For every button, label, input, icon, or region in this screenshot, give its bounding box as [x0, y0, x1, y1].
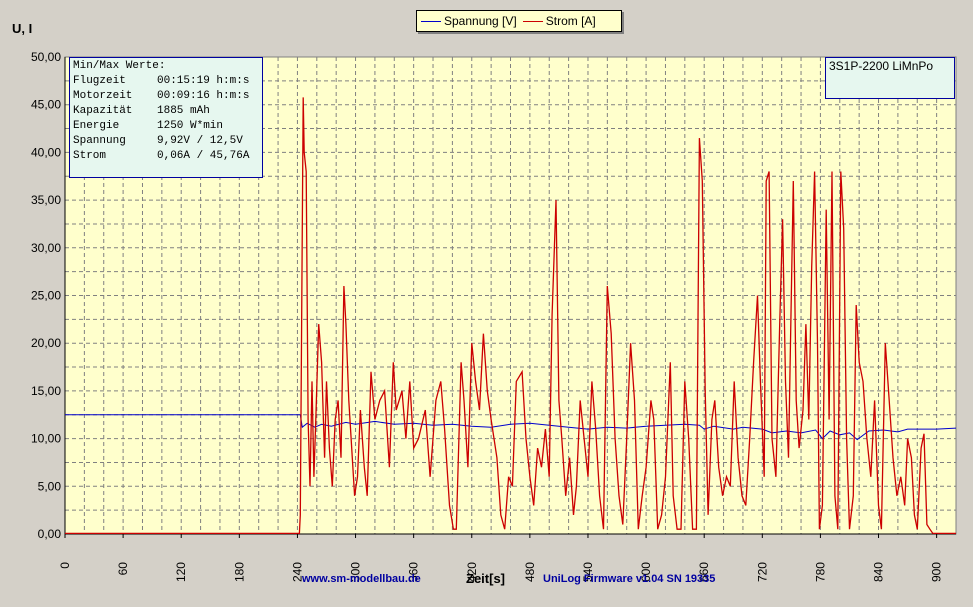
x-tick-label: 180	[232, 562, 246, 582]
info-row: Motorzeit 00:09:16 h:m:s	[73, 89, 259, 104]
chart-window: 0,00 5,00 10,00 15,00 20,00 25,00 30,00 35,00 40…	[0, 0, 973, 607]
info-row: Kapazität 1885 mAh	[73, 104, 259, 119]
info-key: Kapazität	[73, 105, 133, 117]
y-tick-label: 50,00	[31, 50, 61, 64]
y-tick-label: 0,00	[38, 527, 62, 541]
y-tick-label: 45,00	[31, 98, 61, 112]
info-row: Energie 1250 W*min	[73, 119, 259, 134]
info-key: Strom	[73, 150, 107, 162]
y-tick-label: 20,00	[31, 336, 61, 350]
y-tick-label: 10,00	[31, 432, 61, 446]
x-tick-label: 120	[174, 562, 188, 582]
x-axis-label: Zeit[s]	[466, 571, 505, 586]
legend-item-spannung: Spannung [V]	[421, 14, 517, 28]
y-tick-label: 30,00	[31, 241, 61, 255]
x-tick-label: 780	[813, 562, 827, 582]
y-tick-label: 25,00	[31, 289, 61, 303]
x-tick-label: 0	[58, 562, 72, 569]
x-tick-label: 720	[755, 562, 769, 582]
info-value: 0,06A / 45,76A	[157, 150, 250, 162]
y-tick-label: 5,00	[38, 479, 62, 493]
legend-label-spannung: Spannung [V]	[444, 14, 517, 28]
y-axis-label: U, I	[12, 21, 33, 36]
legend-label-strom: Strom [A]	[545, 14, 596, 28]
info-value: 00:15:19 h:m:s	[157, 75, 250, 87]
y-tick-label: 35,00	[31, 193, 61, 207]
x-tick-label: 60	[116, 562, 130, 576]
x-tick-label: 840	[872, 562, 886, 582]
info-value: 1885 mAh	[157, 105, 210, 117]
footer-website: www.sm-modellbau.de	[302, 573, 421, 585]
info-key: Energie	[73, 120, 120, 132]
footer-firmware: UniLog Firmware v1.04 SN 19335	[543, 573, 716, 585]
y-tick-label: 15,00	[31, 384, 61, 398]
x-tick-label: 480	[523, 562, 537, 582]
info-value: 1250 W*min	[157, 120, 224, 132]
info-row: Flugzeit 00:15:19 h:m:s	[73, 74, 259, 89]
info-row: Spannung 9,92V / 12,5V	[73, 134, 259, 149]
info-key: Spannung	[73, 135, 126, 147]
info-key: Flugzeit	[73, 75, 126, 87]
info-value: 9,92V / 12,5V	[157, 135, 243, 147]
info-value: 00:09:16 h:m:s	[157, 90, 250, 102]
legend-item-strom: Strom [A]	[522, 14, 596, 28]
minmax-info-box: Min/Max Werte: Flugzeit 00:15:19 h:m:s Mo…	[69, 57, 263, 178]
pack-name-box: 3S1P-2200 LiMnPo	[825, 57, 955, 99]
info-title: Min/Max Werte:	[73, 60, 166, 72]
info-key: Motorzeit	[73, 90, 133, 102]
y-axis: 0,00 5,00 10,00 15,00 20,00 25,00 30,00 35,00 40…	[31, 50, 61, 541]
y-tick-label: 40,00	[31, 145, 61, 159]
info-row: Strom 0,06A / 45,76A	[73, 149, 259, 164]
x-tick-label: 900	[930, 562, 944, 582]
legend: Spannung [V] Strom [A]	[416, 10, 622, 32]
